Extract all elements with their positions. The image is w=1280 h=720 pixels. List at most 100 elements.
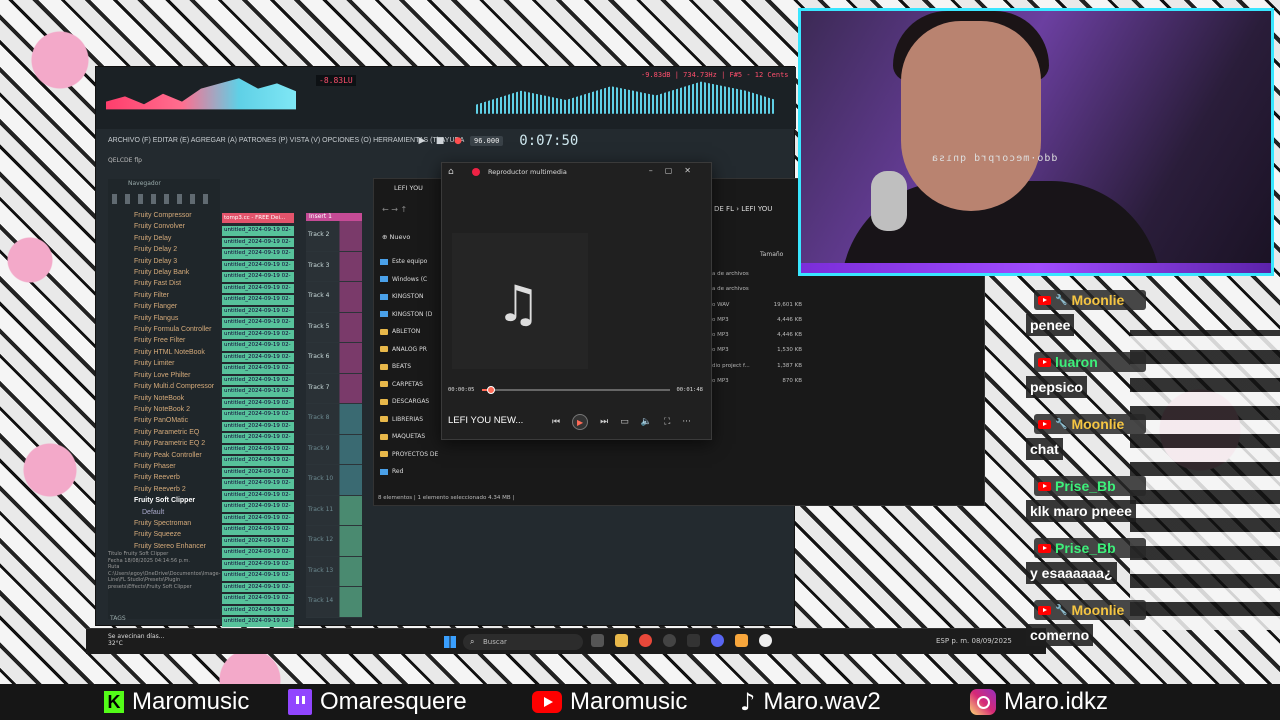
record-icon[interactable]: ● [452,135,464,147]
plugin-item[interactable]: Fruity Delay 3 [134,256,220,267]
pattern-item[interactable]: untitled_2024-09-19 02- [222,375,294,385]
chrome-icon[interactable] [639,634,652,647]
tree-item[interactable]: KINGSTON (D [380,306,438,324]
plugin-item[interactable]: Fruity PanOMatic [134,415,220,426]
pattern-item[interactable]: untitled_2024-09-19 02- [222,306,294,316]
pattern-item[interactable]: untitled_2024-09-19 02- [222,260,294,270]
file-row[interactable]: dio project f... 1,387 KB [712,359,802,374]
tempo-display[interactable]: 96.000 [470,136,504,146]
previous-icon[interactable]: ⏮ [552,417,560,427]
pattern-item[interactable]: untitled_2024-09-19 02- [222,237,294,247]
pattern-item[interactable]: untitled_2024-09-19 02- [222,502,294,512]
folder-icon[interactable] [615,634,628,647]
plugin-item[interactable]: Fruity Multi.d Compressor [134,381,220,392]
plugin-item[interactable]: Fruity Peak Controller [134,450,220,461]
pattern-item[interactable]: untitled_2024-09-19 02- [222,421,294,431]
pattern-item[interactable]: untitled_2024-09-19 02- [222,467,294,477]
plugin-item[interactable]: Fruity Flangus [134,313,220,324]
pattern-item[interactable]: untitled_2024-09-19 02- [222,559,294,569]
seek-handle[interactable] [487,386,496,394]
plugin-item[interactable]: Fruity Delay Bank [134,267,220,278]
plugin-item[interactable]: Fruity Reeverb 2 [134,484,220,495]
plugin-item[interactable]: Fruity Fast Dist [134,278,220,289]
plugin-item[interactable]: Fruity Filter [134,290,220,301]
plugin-item[interactable]: Fruity Limiter [134,358,220,369]
fullscreen-icon[interactable]: ⛶ [664,417,670,427]
pattern-item[interactable]: untitled_2024-09-19 02- [222,283,294,293]
pattern-item[interactable]: untitled_2024-09-19 02- [222,387,294,397]
track-row[interactable]: Track 4 [306,282,362,313]
plugin-item[interactable]: Fruity Delay [134,233,220,244]
pattern-item[interactable]: untitled_2024-09-19 02- [222,295,294,305]
plugin-item[interactable]: Fruity Parametric EQ [134,427,220,438]
window-controls[interactable]: –▢✕ [649,166,703,175]
pattern-item[interactable]: untitled_2024-09-19 02- [222,398,294,408]
pattern-item[interactable]: untitled_2024-09-19 02- [222,536,294,546]
pattern-item[interactable]: untitled_2024-09-19 02- [222,226,294,236]
next-icon[interactable]: ⏭ [600,417,608,427]
file-row[interactable]: o MP3 1,530 KB [712,343,802,358]
plugin-item[interactable]: Fruity Free Filter [134,335,220,346]
pattern-item[interactable]: untitled_2024-09-19 02- [222,571,294,581]
seek-bar[interactable] [482,386,670,394]
plugin-item[interactable]: Fruity Spectroman [134,518,220,529]
tree-item[interactable]: ABLETON [380,323,438,341]
social-link[interactable]: Maro.idkz [970,688,1108,716]
pattern-item[interactable]: untitled_2024-09-19 02- [222,433,294,443]
pattern-item[interactable]: untitled_2024-09-19 02- [222,490,294,500]
track-row[interactable]: Track 14 [306,587,362,618]
tree-item[interactable]: LIBRERIAS [380,411,438,429]
social-link[interactable]: ♪ Maro.wav2 [740,688,881,716]
pattern-item[interactable]: untitled_2024-09-19 02- [222,329,294,339]
track-row[interactable]: Track 12 [306,526,362,557]
file-row[interactable]: o MP3 870 KB [712,374,802,389]
obs-icon[interactable] [663,634,676,647]
plugin-selector[interactable]: QELCDE flp [108,157,142,164]
pattern-item[interactable]: untitled_2024-09-19 02- [222,605,294,615]
plugin-item[interactable]: Fruity Love Philter [134,370,220,381]
tree-item[interactable]: KINGSTON [380,288,438,306]
pattern-item[interactable]: untitled_2024-09-19 02- [222,318,294,328]
track-row[interactable]: Track 8 [306,404,362,435]
home-icon[interactable]: ⌂ [448,167,454,177]
tree-item[interactable]: Este equipo [380,253,438,271]
tree-item[interactable]: ANALOG PR [380,341,438,359]
plugin-item[interactable]: Default [134,507,220,518]
track-row[interactable]: Track 7 [306,373,362,404]
miniplayer-icon[interactable]: ▭ [620,417,629,427]
app-icon[interactable] [687,634,700,647]
windows-start-icon[interactable] [444,636,456,648]
new-button[interactable]: ⊕ Nuevo [382,233,410,241]
play-icon[interactable]: ▶ [416,135,428,147]
size-column-header[interactable]: Tamaño [760,251,783,258]
tree-item[interactable]: DESCARGAS [380,393,438,411]
track-row[interactable]: Track 2 [306,221,362,252]
plugin-item[interactable]: Fruity Compressor [134,210,220,221]
pattern-item[interactable]: untitled_2024-09-19 02- [222,249,294,259]
track-row[interactable]: Track 13 [306,556,362,587]
pattern-item[interactable]: untitled_2024-09-19 02- [222,272,294,282]
taskbar-search[interactable]: ⌕ Buscar [463,634,583,650]
file-row[interactable]: o WAV 19,601 KB [712,298,802,313]
pattern-item[interactable]: tomp3.cc - FREE Dei... [222,213,294,223]
discord-icon[interactable] [711,634,724,647]
file-row[interactable]: a de archivos [712,267,802,282]
tree-item[interactable]: MAQUETAS [380,428,438,446]
insert-label[interactable]: Insert 1 [306,213,362,221]
media-player-icon[interactable] [759,634,772,647]
social-link[interactable]: Maromusic [532,688,687,716]
pattern-item[interactable]: untitled_2024-09-19 02- [222,444,294,454]
pattern-item[interactable]: untitled_2024-09-19 02- [222,410,294,420]
track-row[interactable]: Track 5 [306,312,362,343]
tree-item[interactable]: CARPETAS [380,376,438,394]
file-row[interactable]: o MP3 4,446 KB [712,313,802,328]
plugin-item[interactable]: Fruity Reeverb [134,472,220,483]
tree-item[interactable]: Red [380,463,438,481]
track-row[interactable]: Track 9 [306,434,362,465]
plugin-item[interactable]: Fruity NoteBook 2 [134,404,220,415]
tree-item[interactable]: BEATS [380,358,438,376]
system-tray[interactable]: ESP p. m. 08/09/2025 [936,637,1012,645]
plugin-item[interactable]: Fruity Convolver [134,221,220,232]
plugin-item[interactable]: Fruity Phaser [134,461,220,472]
plugin-item[interactable]: Fruity Formula Controller [134,324,220,335]
